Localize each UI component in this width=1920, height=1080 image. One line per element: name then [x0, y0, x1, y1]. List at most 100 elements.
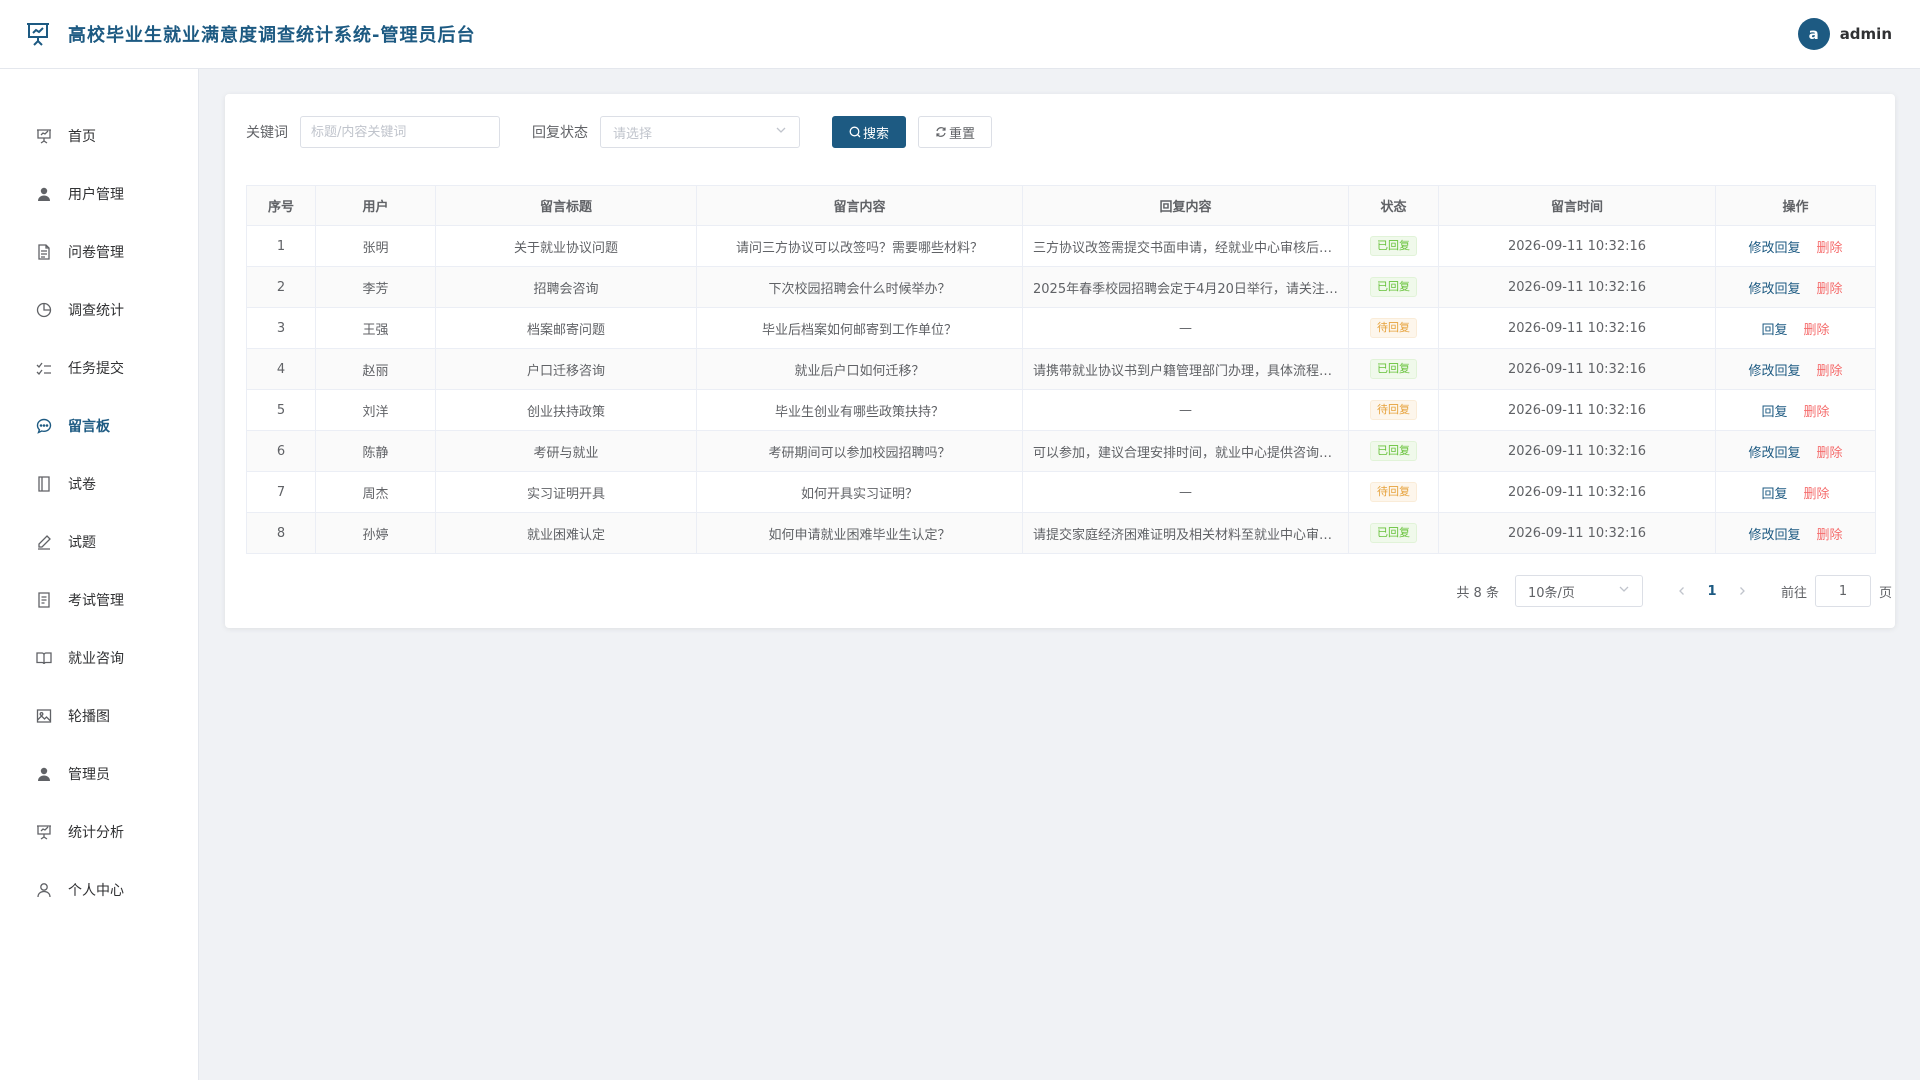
sidebar-item-label: 用户管理 [68, 187, 124, 203]
row-reply: — [1022, 307, 1349, 349]
reply-link[interactable]: 回复 [1761, 487, 1787, 502]
sidebar-item-users[interactable]: 用户管理 [0, 174, 198, 214]
user-menu[interactable]: a admin [1797, 18, 1892, 50]
reset-button[interactable]: 重置 [918, 116, 992, 148]
delete-link[interactable]: 删除 [1817, 241, 1843, 256]
column-header: 留言内容 [696, 185, 1023, 226]
edit-reply-link[interactable]: 修改回复 [1748, 446, 1800, 461]
sidebar-item-carousel[interactable]: 轮播图 [0, 696, 198, 736]
delete-link[interactable]: 删除 [1817, 282, 1843, 297]
sidebar-item-survey-stats[interactable]: 调查统计 [0, 290, 198, 330]
table-row: 2 李芳 招聘会咨询 下次校园招聘会什么时候举办？ 2025年春季校园招聘会定于… [246, 266, 1876, 308]
row-title: 户口迁移咨询 [435, 348, 697, 390]
row-time: 2026-09-11 10:32:16 [1438, 430, 1716, 472]
pie-chart-icon [34, 300, 54, 320]
brand: 高校毕业生就业满意度调查统计系统-管理员后台 [24, 20, 475, 48]
row-title: 创业扶持政策 [435, 389, 697, 431]
sidebar-item-questionnaire[interactable]: 问卷管理 [0, 232, 198, 272]
delete-link[interactable]: 删除 [1817, 446, 1843, 461]
column-header: 操作 [1715, 185, 1876, 226]
sidebar-item-questions[interactable]: 试题 [0, 522, 198, 562]
sidebar-item-admins[interactable]: 管理员 [0, 754, 198, 794]
column-header: 留言时间 [1438, 185, 1716, 226]
page-number-current[interactable]: 1 [1697, 577, 1727, 605]
delete-link[interactable]: 删除 [1817, 528, 1843, 543]
row-title: 关于就业协议问题 [435, 225, 697, 267]
edit-reply-link[interactable]: 修改回复 [1748, 282, 1800, 297]
edit-reply-link[interactable]: 修改回复 [1748, 528, 1800, 543]
row-actions: 回复 删除 [1715, 471, 1876, 513]
prev-page-button[interactable] [1667, 577, 1697, 605]
row-no: 1 [246, 225, 316, 267]
message-table: 序号 用户 留言标题 留言内容 回复内容 状态 留言时间 操作 1 张明 关于就… [246, 185, 1876, 554]
row-reply: 2025年春季校园招聘会定于4月20日举行，请关注通知。 [1022, 266, 1349, 308]
sidebar-item-papers[interactable]: 试卷 [0, 464, 198, 504]
row-user: 周杰 [315, 471, 436, 513]
sidebar-item-career-consult[interactable]: 就业咨询 [0, 638, 198, 678]
content-card: 关键词 回复状态 请选择 搜索 重置 序号 用户 留言标题 留言内容 回复内容 [225, 94, 1895, 628]
picture-icon [34, 706, 54, 726]
column-header: 用户 [315, 185, 436, 226]
row-content: 请问三方协议可以改签吗？需要哪些材料？ [696, 225, 1023, 267]
delete-link[interactable]: 删除 [1804, 323, 1830, 338]
search-button-label: 搜索 [862, 126, 889, 142]
sidebar-item-label: 就业咨询 [68, 651, 124, 667]
sidebar-item-message-board[interactable]: 留言板 [0, 406, 198, 446]
row-no: 6 [246, 430, 316, 472]
row-user: 张明 [315, 225, 436, 267]
row-status: 待回复 [1348, 471, 1439, 513]
row-user: 孙婷 [315, 512, 436, 554]
status-label: 回复状态 [532, 125, 588, 141]
page-size-select[interactable]: 10条/页 [1514, 575, 1643, 607]
next-page-button[interactable] [1727, 577, 1757, 605]
status-badge: 已回复 [1370, 359, 1417, 379]
sidebar-item-task-submit[interactable]: 任务提交 [0, 348, 198, 388]
user-outline-icon [34, 880, 54, 900]
row-actions: 回复 删除 [1715, 307, 1876, 349]
delete-link[interactable]: 删除 [1804, 487, 1830, 502]
row-status: 已回复 [1348, 266, 1439, 308]
row-status: 待回复 [1348, 307, 1439, 349]
edit-reply-link[interactable]: 修改回复 [1748, 364, 1800, 379]
sidebar-item-profile[interactable]: 个人中心 [0, 870, 198, 910]
goto-page-input[interactable] [1814, 575, 1871, 607]
top-header: 高校毕业生就业满意度调查统计系统-管理员后台 a admin [0, 0, 1920, 69]
pagination: 共 8 条 10条/页 1 前往 页 [1456, 575, 1892, 607]
sidebar-item-home[interactable]: 首页 [0, 116, 198, 156]
sidebar-item-label: 个人中心 [68, 883, 124, 899]
table-row: 6 陈静 考研与就业 考研期间可以参加校园招聘吗？ 可以参加，建议合理安排时间，… [246, 430, 1876, 472]
presentation-icon [34, 822, 54, 842]
row-content: 就业后户口如何迁移？ [696, 348, 1023, 390]
edit-reply-link[interactable]: 修改回复 [1748, 241, 1800, 256]
edit-pen-icon [34, 532, 54, 552]
keyword-input[interactable] [300, 116, 500, 148]
row-content: 考研期间可以参加校园招聘吗？ [696, 430, 1023, 472]
column-header: 序号 [246, 185, 316, 226]
filter-bar: 关键词 回复状态 请选择 搜索 重置 [246, 115, 992, 149]
row-no: 8 [246, 512, 316, 554]
row-content: 如何申请就业困难毕业生认定？ [696, 512, 1023, 554]
sidebar-item-analytics[interactable]: 统计分析 [0, 812, 198, 852]
total-count: 共 8 条 [1456, 585, 1499, 601]
sidebar-item-exam-management[interactable]: 考试管理 [0, 580, 198, 620]
row-user: 王强 [315, 307, 436, 349]
chevron-down-icon [775, 124, 787, 140]
row-no: 2 [246, 266, 316, 308]
reply-link[interactable]: 回复 [1761, 323, 1787, 338]
avatar[interactable]: a [1797, 18, 1830, 50]
delete-link[interactable]: 删除 [1804, 405, 1830, 420]
status-select[interactable]: 请选择 [600, 116, 800, 148]
row-no: 3 [246, 307, 316, 349]
row-content: 毕业后档案如何邮寄到工作单位？ [696, 307, 1023, 349]
row-content: 毕业生创业有哪些政策扶持？ [696, 389, 1023, 431]
row-user: 赵丽 [315, 348, 436, 390]
username[interactable]: admin [1840, 25, 1892, 43]
delete-link[interactable]: 删除 [1817, 364, 1843, 379]
sidebar-item-label: 留言板 [68, 419, 110, 435]
row-title: 档案邮寄问题 [435, 307, 697, 349]
row-time: 2026-09-11 10:32:16 [1438, 307, 1716, 349]
checklist-icon [34, 358, 54, 378]
book-open-icon [34, 648, 54, 668]
search-button[interactable]: 搜索 [832, 116, 906, 148]
reply-link[interactable]: 回复 [1761, 405, 1787, 420]
